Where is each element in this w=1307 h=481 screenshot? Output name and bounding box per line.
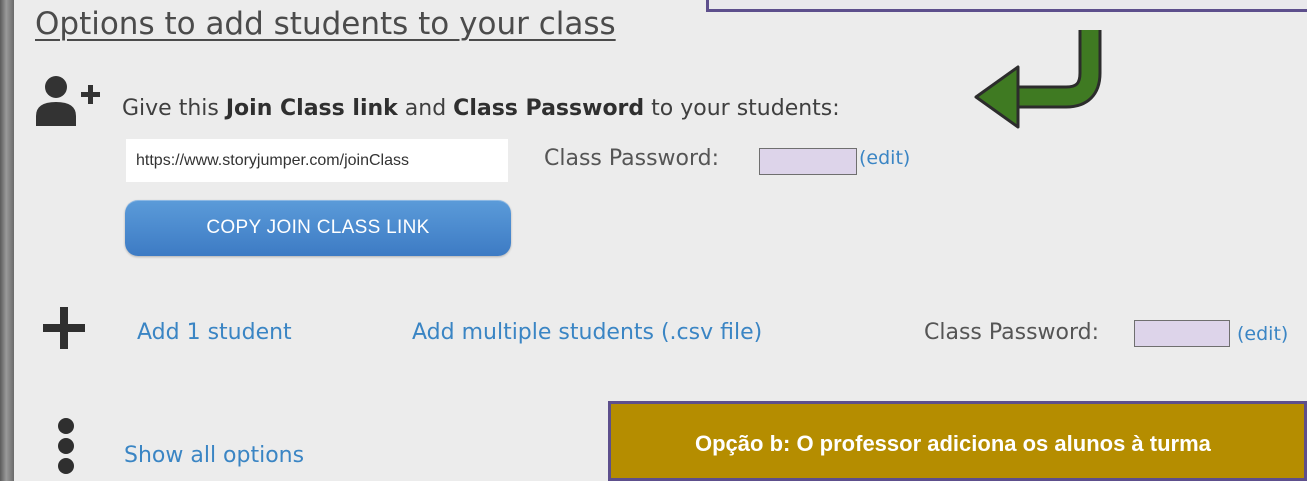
instruction-middle: and — [397, 96, 454, 121]
top-callout-box — [706, 0, 1307, 12]
annotation-callout: Opção b: O professor adiciona os alunos … — [608, 401, 1307, 481]
left-frame-border — [0, 0, 14, 481]
class-password-value[interactable] — [759, 148, 857, 175]
copy-join-class-link-button[interactable]: COPY JOIN CLASS LINK — [125, 200, 511, 256]
instruction-class-password: Class Password — [453, 96, 645, 121]
edit-password-link-2[interactable]: (edit) — [1237, 323, 1288, 345]
vertical-ellipsis-icon — [58, 418, 74, 474]
instruction-prefix: Give this — [122, 96, 226, 121]
plus-icon — [43, 307, 85, 349]
show-all-options-link[interactable]: Show all options — [124, 443, 304, 468]
edit-password-link[interactable]: (edit) — [859, 147, 910, 169]
page-title: Options to add students to your class — [35, 6, 616, 42]
join-class-link-field[interactable] — [126, 139, 508, 182]
instruction-join-class-link: Join Class link — [225, 96, 398, 121]
class-password-label-2: Class Password: — [924, 320, 1100, 345]
class-password-label: Class Password: — [544, 146, 720, 171]
instruction-suffix: to your students: — [644, 96, 840, 121]
annotation-callout-text: Opção b: O professor adiciona os alunos … — [695, 431, 1211, 456]
curved-arrow-left-icon — [974, 30, 1102, 129]
add-one-student-link[interactable]: Add 1 student — [137, 320, 292, 345]
add-multiple-students-link[interactable]: Add multiple students (.csv file) — [412, 320, 762, 345]
join-instructions: Give this Join Class link and Class Pass… — [122, 96, 840, 121]
class-password-value-2[interactable] — [1134, 320, 1230, 347]
user-plus-icon — [36, 76, 100, 126]
